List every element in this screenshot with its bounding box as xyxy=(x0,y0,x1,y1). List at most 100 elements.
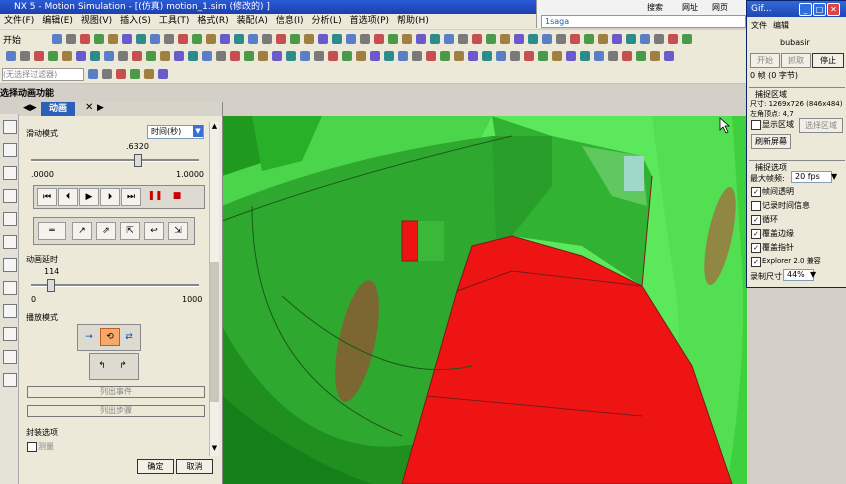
resource-tab-icon[interactable] xyxy=(3,189,17,203)
menu-item[interactable]: 首选项(P) xyxy=(346,14,393,29)
toolbar-tool-icon[interactable] xyxy=(80,34,90,44)
trace-all-button[interactable]: ⇗ xyxy=(96,222,116,240)
toolbar-tool-icon[interactable] xyxy=(286,51,296,61)
toolbar-tool-icon[interactable] xyxy=(158,69,168,79)
toolbar-tool-icon[interactable] xyxy=(500,34,510,44)
toolbar-tool-icon[interactable] xyxy=(482,51,492,61)
play-button[interactable]: ▶ xyxy=(79,188,99,206)
resource-tab-icon[interactable] xyxy=(3,143,17,157)
list-steps-button[interactable]: 列出步骤 xyxy=(27,405,205,417)
toolbar-tool-icon[interactable] xyxy=(20,51,30,61)
dropdown-arrow-icon[interactable]: ▼ xyxy=(193,125,203,137)
snapshot-button[interactable]: ═ xyxy=(38,222,66,240)
toolbar-tool-icon[interactable] xyxy=(88,69,98,79)
toolbar-tool-icon[interactable] xyxy=(580,51,590,61)
toolbar-tool-icon[interactable] xyxy=(622,51,632,61)
toolbar-tool-icon[interactable] xyxy=(342,51,352,61)
toolbar-tool-icon[interactable] xyxy=(300,51,310,61)
toolbar-tool-icon[interactable] xyxy=(650,51,660,61)
scroll-thumb[interactable] xyxy=(210,262,219,402)
resource-tab-icon[interactable] xyxy=(3,281,17,295)
step-back-button[interactable]: ⏴ xyxy=(58,188,78,206)
toolbar-tool-icon[interactable] xyxy=(430,34,440,44)
toolbar-tool-icon[interactable] xyxy=(584,34,594,44)
toolbar-tool-icon[interactable] xyxy=(486,34,496,44)
toolbar-tool-icon[interactable] xyxy=(164,34,174,44)
toolbar-tool-icon[interactable] xyxy=(416,34,426,44)
toolbar-tool-icon[interactable] xyxy=(570,34,580,44)
start-button[interactable]: 开始 xyxy=(3,33,21,46)
toolbar-tool-icon[interactable] xyxy=(290,34,300,44)
resource-tab-icon[interactable] xyxy=(3,373,17,387)
toolbar-tool-icon[interactable] xyxy=(444,34,454,44)
gif-close-button[interactable]: ✕ xyxy=(827,3,840,16)
toolbar-tool-icon[interactable] xyxy=(374,34,384,44)
reverse-once-button[interactable]: ↰ xyxy=(93,358,111,374)
time-slider-thumb[interactable] xyxy=(134,154,143,167)
menu-item[interactable]: 装配(A) xyxy=(233,14,272,29)
toolbar-tool-icon[interactable] xyxy=(636,51,646,61)
explorer-checkbox[interactable]: ✓ xyxy=(751,257,761,267)
toolbar-tool-icon[interactable] xyxy=(34,51,44,61)
explode-button[interactable]: ⇱ xyxy=(120,222,140,240)
scroll-down-icon[interactable]: ▼ xyxy=(210,444,219,453)
tab-animation[interactable]: 动画 xyxy=(41,102,76,116)
maximize-button[interactable]: □ xyxy=(813,3,826,16)
menu-item[interactable]: 工具(T) xyxy=(155,14,194,29)
dropdown-arrow-icon[interactable]: ▼ xyxy=(810,270,816,279)
toolbar-tool-icon[interactable] xyxy=(594,51,604,61)
toolbar-tool-icon[interactable] xyxy=(328,51,338,61)
toolbar-tool-icon[interactable] xyxy=(62,51,72,61)
url-label[interactable]: 网址 xyxy=(682,2,698,13)
toolbar-tool-icon[interactable] xyxy=(6,51,16,61)
tracer-button[interactable]: ↗ xyxy=(72,222,92,240)
delay-slider-track[interactable] xyxy=(31,284,199,287)
toolbar-tool-icon[interactable] xyxy=(682,34,692,44)
gif-menu-file[interactable]: 文件 xyxy=(751,20,767,31)
toolbar-tool-icon[interactable] xyxy=(440,51,450,61)
record-time-checkbox[interactable] xyxy=(751,201,761,211)
toolbar-tool-icon[interactable] xyxy=(244,51,254,61)
menu-item[interactable]: 信息(I) xyxy=(272,14,308,29)
resource-tab-icon[interactable] xyxy=(3,120,17,134)
panel-scrollbar[interactable]: ▲ ▼ xyxy=(209,122,219,456)
toolbar-tool-icon[interactable] xyxy=(248,34,258,44)
last-frame-button[interactable]: ⏭ xyxy=(121,188,141,206)
toolbar-tool-icon[interactable] xyxy=(102,69,112,79)
toolbar-tool-icon[interactable] xyxy=(258,51,268,61)
toolbar-tool-icon[interactable] xyxy=(52,34,62,44)
toolbar-tool-icon[interactable] xyxy=(234,34,244,44)
minimize-button[interactable]: _ xyxy=(799,3,812,16)
toolbar-tool-icon[interactable] xyxy=(542,34,552,44)
toolbar-tool-icon[interactable] xyxy=(160,51,170,61)
toolbar-tool-icon[interactable] xyxy=(552,51,562,61)
toolbar-tool-icon[interactable] xyxy=(66,34,76,44)
resource-tab-icon[interactable] xyxy=(3,327,17,341)
toolbar-tool-icon[interactable] xyxy=(276,34,286,44)
toolbar-tool-icon[interactable] xyxy=(136,34,146,44)
toolbar-tool-icon[interactable] xyxy=(524,51,534,61)
toolbar-tool-icon[interactable] xyxy=(468,51,478,61)
transparent-checkbox[interactable]: ✓ xyxy=(751,187,761,197)
dropdown-arrow-icon[interactable]: ▼ xyxy=(831,172,837,181)
gif-stop-button[interactable]: 停止 xyxy=(812,53,844,68)
toolbar-tool-icon[interactable] xyxy=(566,51,576,61)
gif-capture-button[interactable]: 抓取 xyxy=(781,53,811,68)
toolbar-tool-icon[interactable] xyxy=(146,51,156,61)
toolbar-tool-icon[interactable] xyxy=(262,34,272,44)
toolbar-tool-icon[interactable] xyxy=(178,34,188,44)
toolbar-tool-icon[interactable] xyxy=(304,34,314,44)
resource-tab-icon[interactable] xyxy=(3,235,17,249)
loop-checkbox[interactable]: ✓ xyxy=(751,215,761,225)
menu-item[interactable]: 格式(R) xyxy=(193,14,232,29)
search-label[interactable]: 搜索 xyxy=(647,2,663,13)
fps-select[interactable]: 20 fps xyxy=(791,171,832,183)
delay-slider-thumb[interactable] xyxy=(47,279,56,292)
toolbar-tool-icon[interactable] xyxy=(612,34,622,44)
toolbar-tool-icon[interactable] xyxy=(360,34,370,44)
toolbar-tool-icon[interactable] xyxy=(132,51,142,61)
toolbar-tool-icon[interactable] xyxy=(220,34,230,44)
toolbar-tool-icon[interactable] xyxy=(130,69,140,79)
toolbar-tool-icon[interactable] xyxy=(206,34,216,44)
toolbar-tool-icon[interactable] xyxy=(654,34,664,44)
